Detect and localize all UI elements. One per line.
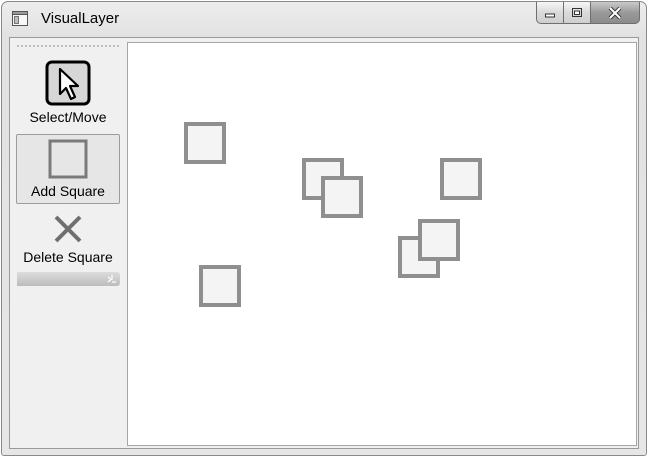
chevron-down-icon [107, 275, 116, 283]
select-move-button[interactable]: Select/Move [16, 56, 120, 128]
toolbar-overflow-button[interactable] [17, 272, 120, 286]
maximize-button[interactable] [564, 2, 591, 24]
window-title: VisualLayer [41, 10, 120, 27]
drawing-canvas[interactable] [127, 42, 637, 446]
square-outline-icon [48, 139, 88, 179]
close-button[interactable] [591, 2, 640, 24]
maximize-icon [572, 8, 582, 17]
toolbar: Select/Move Add Square Delete Square [14, 44, 122, 290]
square-shape[interactable] [199, 265, 241, 307]
square-shape[interactable] [321, 176, 363, 218]
minimize-button[interactable] [536, 2, 564, 24]
toolbar-grip[interactable] [17, 45, 119, 47]
arrow-cursor-icon [45, 60, 91, 106]
square-shape[interactable] [440, 158, 482, 200]
close-icon [608, 6, 622, 19]
app-window: VisualLayer Select/Move Add Square Delet… [1, 1, 647, 456]
delete-square-label: Delete Square [23, 249, 113, 265]
add-square-label: Add Square [31, 183, 105, 199]
minimize-icon [545, 13, 555, 17]
app-window-icon[interactable] [12, 11, 28, 26]
square-shape[interactable] [184, 122, 226, 164]
caption-buttons [536, 2, 640, 24]
title-bar[interactable]: VisualLayer [2, 2, 646, 38]
x-icon [54, 215, 82, 243]
client-area: Select/Move Add Square Delete Square [9, 37, 639, 449]
add-square-button[interactable]: Add Square [16, 134, 120, 204]
select-move-label: Select/Move [29, 109, 107, 125]
delete-square-button[interactable]: Delete Square [16, 209, 120, 271]
square-shape[interactable] [418, 219, 460, 261]
